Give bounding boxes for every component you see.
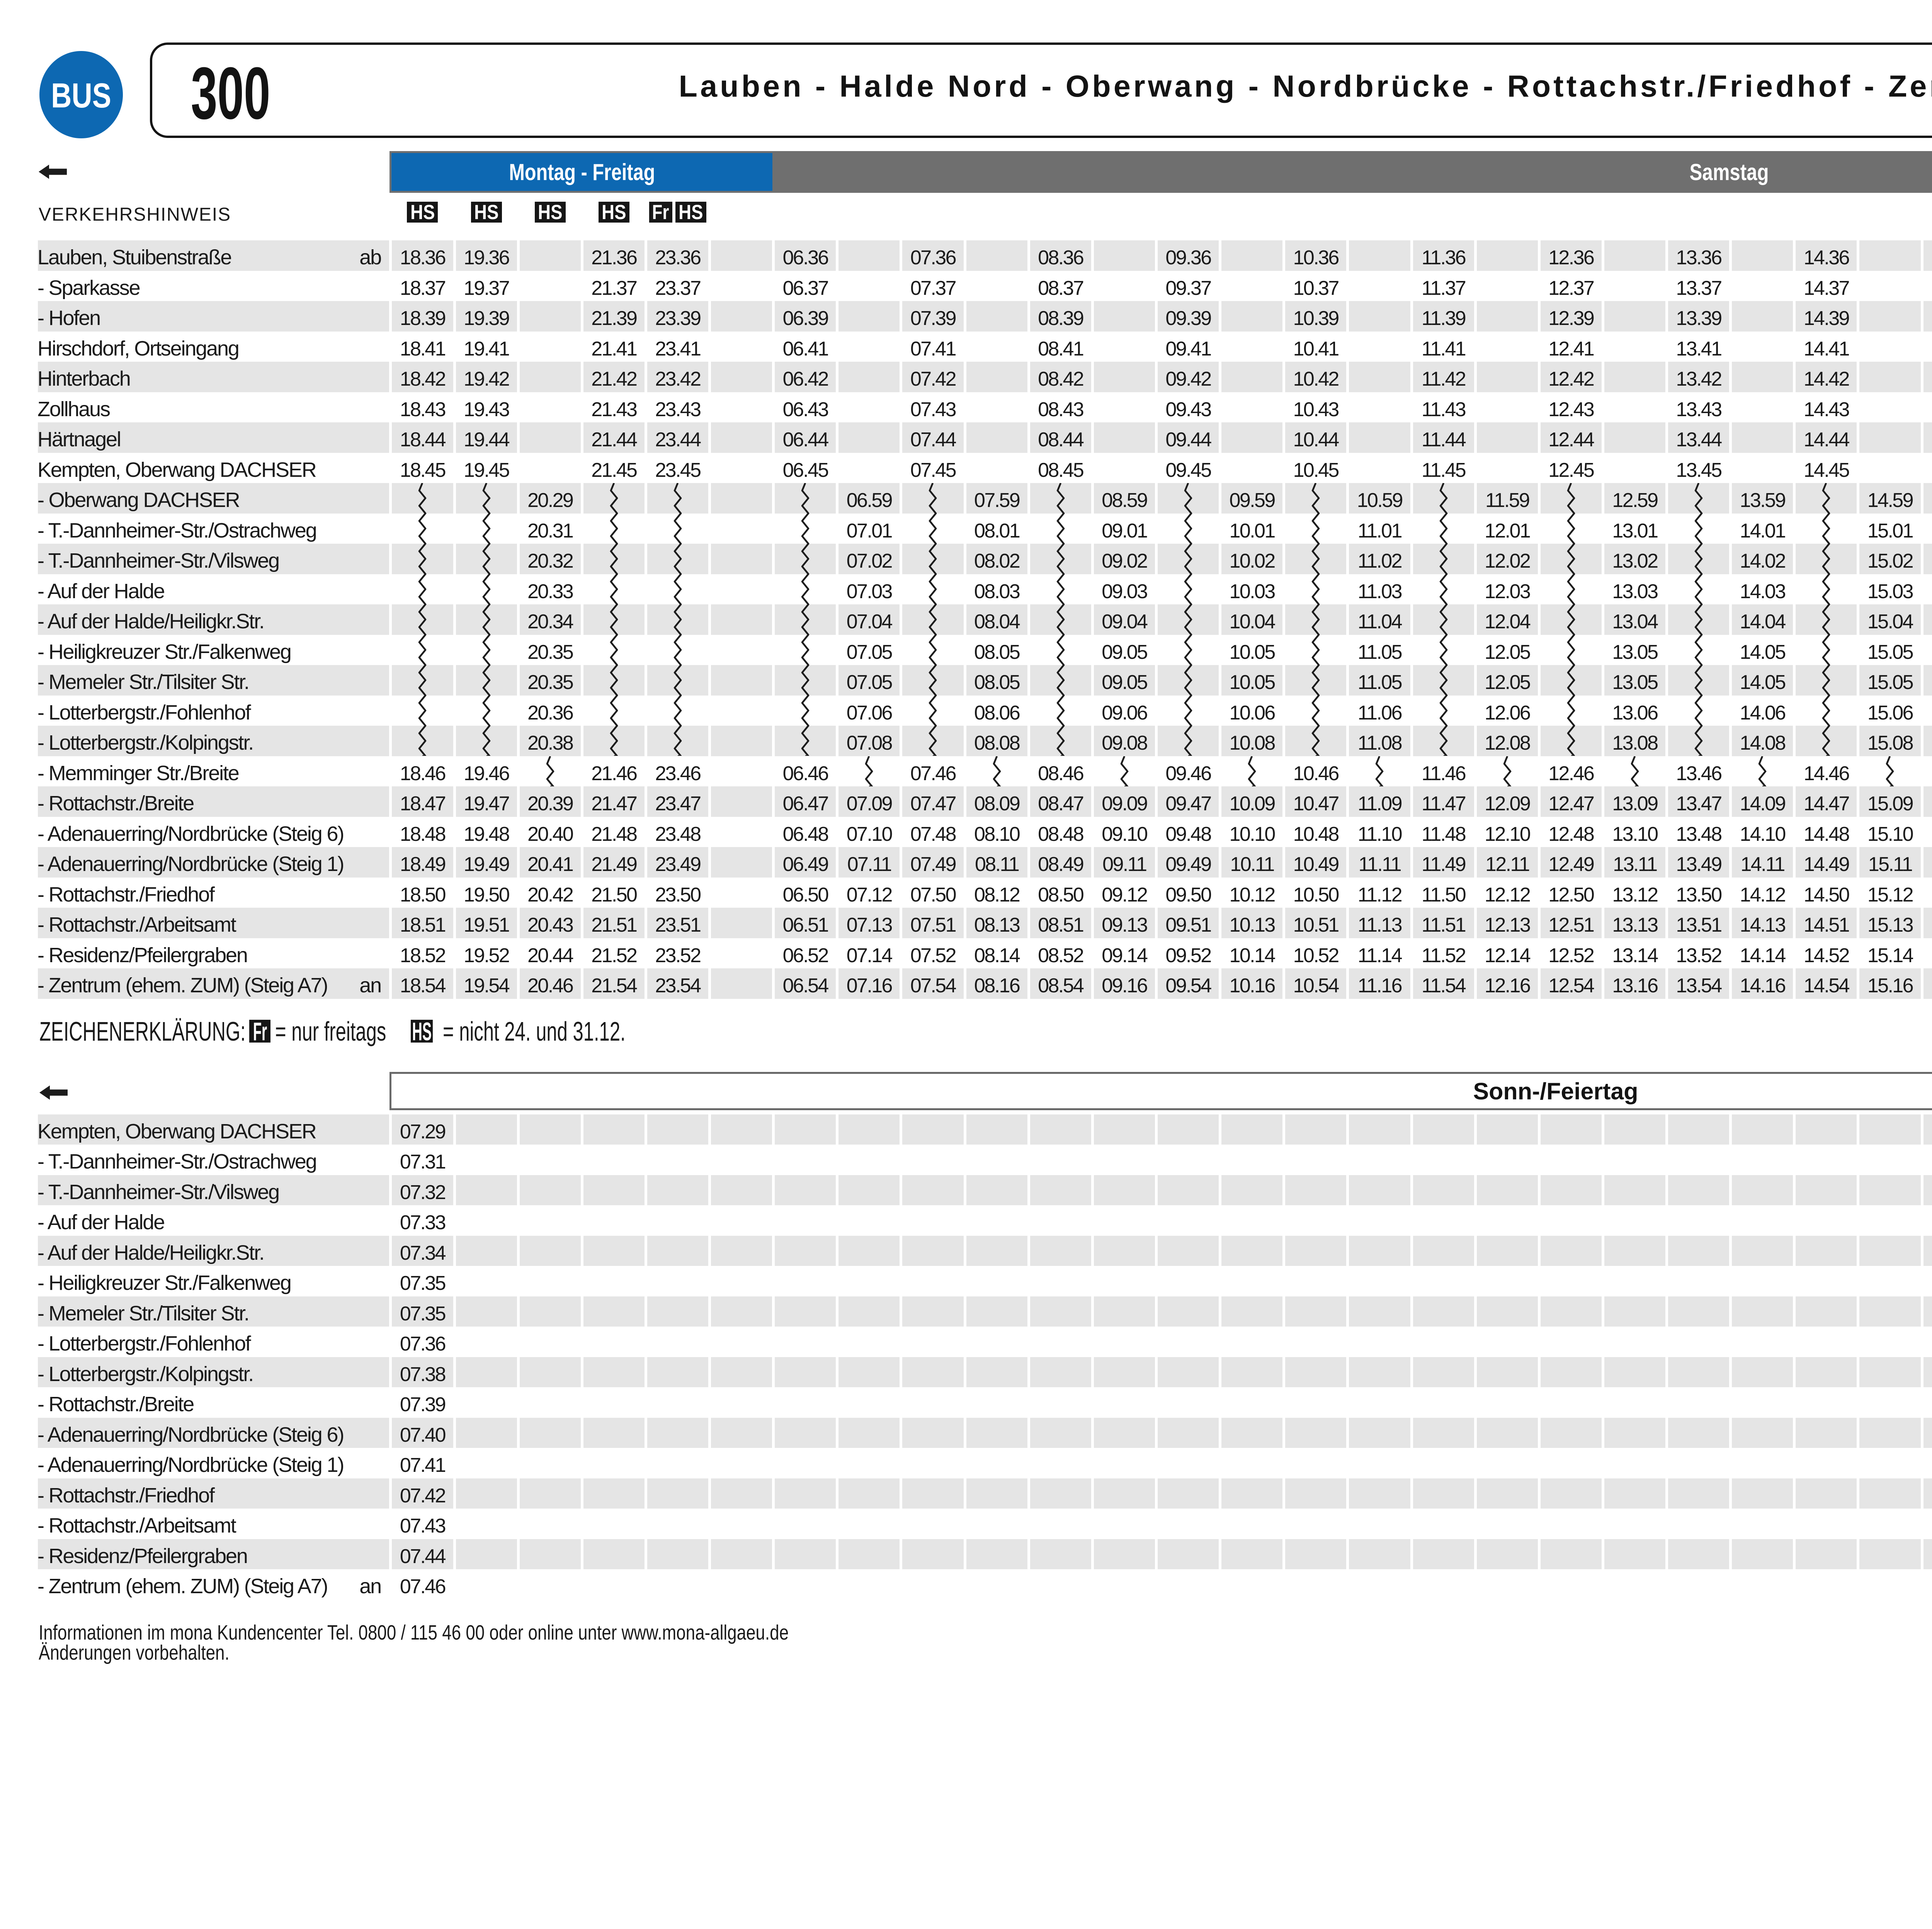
svg-text:BUS: BUS [51,77,111,115]
